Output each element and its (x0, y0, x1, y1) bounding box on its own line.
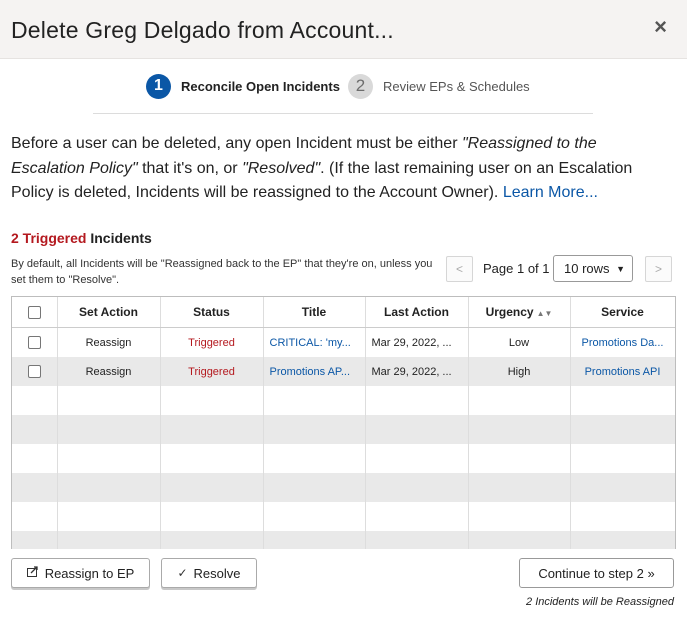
row-title-link[interactable]: Promotions AP... (263, 357, 366, 386)
empty-row (12, 502, 675, 531)
row-status: Triggered (160, 327, 264, 357)
select-all-checkbox[interactable] (27, 306, 41, 320)
step-2-number: 2 (348, 73, 373, 99)
row-checkbox[interactable] (27, 336, 41, 349)
row-service-link[interactable]: Promotions Da... (570, 327, 675, 357)
resolve-label: Resolve (193, 565, 241, 581)
table-row: Reassign Triggered Promotions AP... Mar … (12, 357, 675, 386)
chevron-down-icon: ▼ (616, 264, 625, 274)
reassign-to-ep-button[interactable]: Reassign to EP (11, 558, 150, 588)
col-set-action[interactable]: Set Action (57, 297, 161, 328)
row-urgency: High (468, 357, 571, 386)
row-status: Triggered (160, 357, 264, 386)
row-urgency: Low (468, 327, 571, 357)
empty-row (12, 415, 675, 444)
step-1-number: 1 (146, 73, 171, 99)
intro-text: Before a user can be deleted, any open I… (11, 132, 671, 206)
intro-part-1: Before a user can be deleted, any open I… (11, 135, 462, 152)
dialog-title: Delete Greg Delgado from Account... (11, 17, 394, 43)
table-header-row: Set Action Status Title Last Action Urge… (12, 297, 675, 328)
empty-row (12, 444, 675, 473)
row-title-link[interactable]: CRITICAL: 'my... (263, 327, 366, 357)
empty-row (12, 473, 675, 502)
col-service[interactable]: Service (570, 297, 675, 328)
intro-part-2: that it's on, or (137, 159, 243, 177)
row-last-action: Mar 29, 2022, ... (365, 357, 469, 386)
pager-next-button[interactable]: > (645, 256, 672, 282)
row-checkbox-cell (12, 327, 58, 357)
checkmark-icon: ✓ (177, 566, 188, 580)
row-action[interactable]: Reassign (57, 357, 161, 386)
share-icon (26, 566, 39, 580)
triggered-count: 2 Triggered (11, 230, 87, 246)
incidents-table: Set Action Status Title Last Action Urge… (11, 296, 676, 549)
incidents-heading-suffix: Incidents (86, 230, 152, 246)
learn-more-link[interactable]: Learn More... (503, 184, 598, 201)
pager-prev-button[interactable]: < (446, 256, 473, 282)
row-service-link[interactable]: Promotions API (570, 357, 675, 386)
row-checkbox[interactable] (27, 365, 41, 378)
col-urgency-label: Urgency (485, 305, 534, 319)
col-urgency[interactable]: Urgency ▲▼ (468, 297, 571, 328)
empty-row (12, 386, 675, 415)
col-last-action[interactable]: Last Action (365, 297, 469, 328)
step-1-label: Reconcile Open Incidents (181, 78, 340, 94)
row-checkbox-cell (12, 357, 58, 386)
page-info: Page 1 of 1 (483, 261, 550, 276)
reassign-to-ep-label: Reassign to EP (44, 565, 135, 581)
row-action[interactable]: Reassign (57, 327, 161, 357)
resolve-button[interactable]: ✓ Resolve (161, 558, 257, 588)
reassigned-note: 2 Incidents will be Reassigned (526, 596, 674, 608)
select-all-cell (12, 297, 58, 328)
close-icon[interactable]: × (654, 16, 667, 38)
incidents-hint: By default, all Incidents will be "Reass… (11, 258, 433, 286)
table-row: Reassign Triggered CRITICAL: 'my... Mar … (12, 327, 675, 357)
incidents-heading: 2 Triggered Incidents (11, 230, 152, 246)
empty-row (12, 531, 675, 549)
step-1: 1 Reconcile Open Incidents (146, 73, 340, 99)
sort-icon[interactable]: ▲▼ (537, 309, 553, 318)
intro-quote-resolved: "Resolved" (242, 159, 321, 177)
rows-per-page-select[interactable]: 10 rows ▼ (553, 255, 633, 282)
step-2: 2 Review EPs & Schedules (348, 73, 530, 99)
stepper-divider (93, 113, 593, 114)
col-title[interactable]: Title (263, 297, 366, 328)
row-last-action: Mar 29, 2022, ... (365, 327, 469, 357)
step-2-label: Review EPs & Schedules (383, 78, 530, 94)
col-status[interactable]: Status (160, 297, 264, 328)
rows-per-page-value: 10 rows (564, 261, 610, 276)
continue-button[interactable]: Continue to step 2 » (519, 558, 674, 588)
dialog-header: Delete Greg Delgado from Account... × (0, 0, 687, 59)
